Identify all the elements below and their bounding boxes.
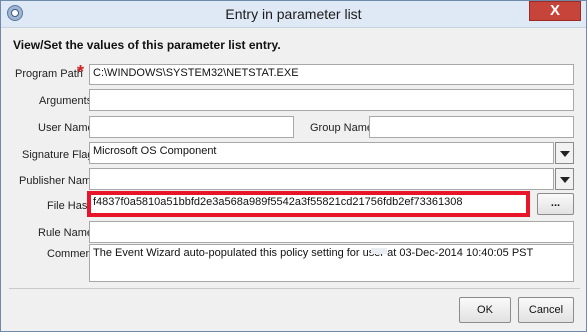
comment-label: Comment: [47, 248, 95, 260]
dialog-heading: View/Set the values of this parameter li…: [13, 38, 281, 52]
user-name-label: User Name: [38, 122, 94, 134]
arguments-label: Arguments: [39, 95, 93, 107]
file-hash-highlight-box: [87, 191, 530, 217]
rule-name-label: Rule Name: [38, 227, 94, 239]
window-title: Entry in parameter list: [225, 6, 362, 22]
group-name-field[interactable]: [369, 116, 574, 138]
group-name-label: Group Name: [310, 122, 373, 134]
program-path-label: Program Path: [15, 68, 83, 80]
signature-flag-label: Signature Flag: [22, 149, 94, 161]
required-indicator: *: [77, 62, 85, 82]
publisher-name-dropdown-button[interactable]: [555, 168, 574, 190]
program-path-field[interactable]: C:\WINDOWS\SYSTEM32\NETSTAT.EXE: [89, 64, 574, 85]
signature-flag-select[interactable]: Microsoft OS Component: [89, 142, 554, 164]
browse-hash-button[interactable]: ...: [537, 193, 574, 215]
dialog-window: Entry in parameter list X View/Set the v…: [0, 0, 587, 332]
title-bar[interactable]: Entry in parameter list X: [1, 1, 586, 28]
publisher-name-select[interactable]: [89, 168, 554, 190]
rule-name-field[interactable]: [89, 221, 574, 243]
publisher-name-label: Publisher Name: [19, 175, 98, 187]
arguments-field[interactable]: [89, 89, 574, 111]
comment-field[interactable]: The Event Wizard auto-populated this pol…: [89, 244, 574, 282]
user-name-field[interactable]: [89, 116, 294, 138]
signature-flag-dropdown-button[interactable]: [555, 142, 574, 164]
redacted-username: [371, 248, 387, 254]
cancel-button[interactable]: Cancel: [518, 297, 574, 323]
ok-button[interactable]: OK: [459, 297, 511, 323]
footer-divider: [9, 288, 580, 289]
close-button[interactable]: X: [529, 1, 581, 21]
